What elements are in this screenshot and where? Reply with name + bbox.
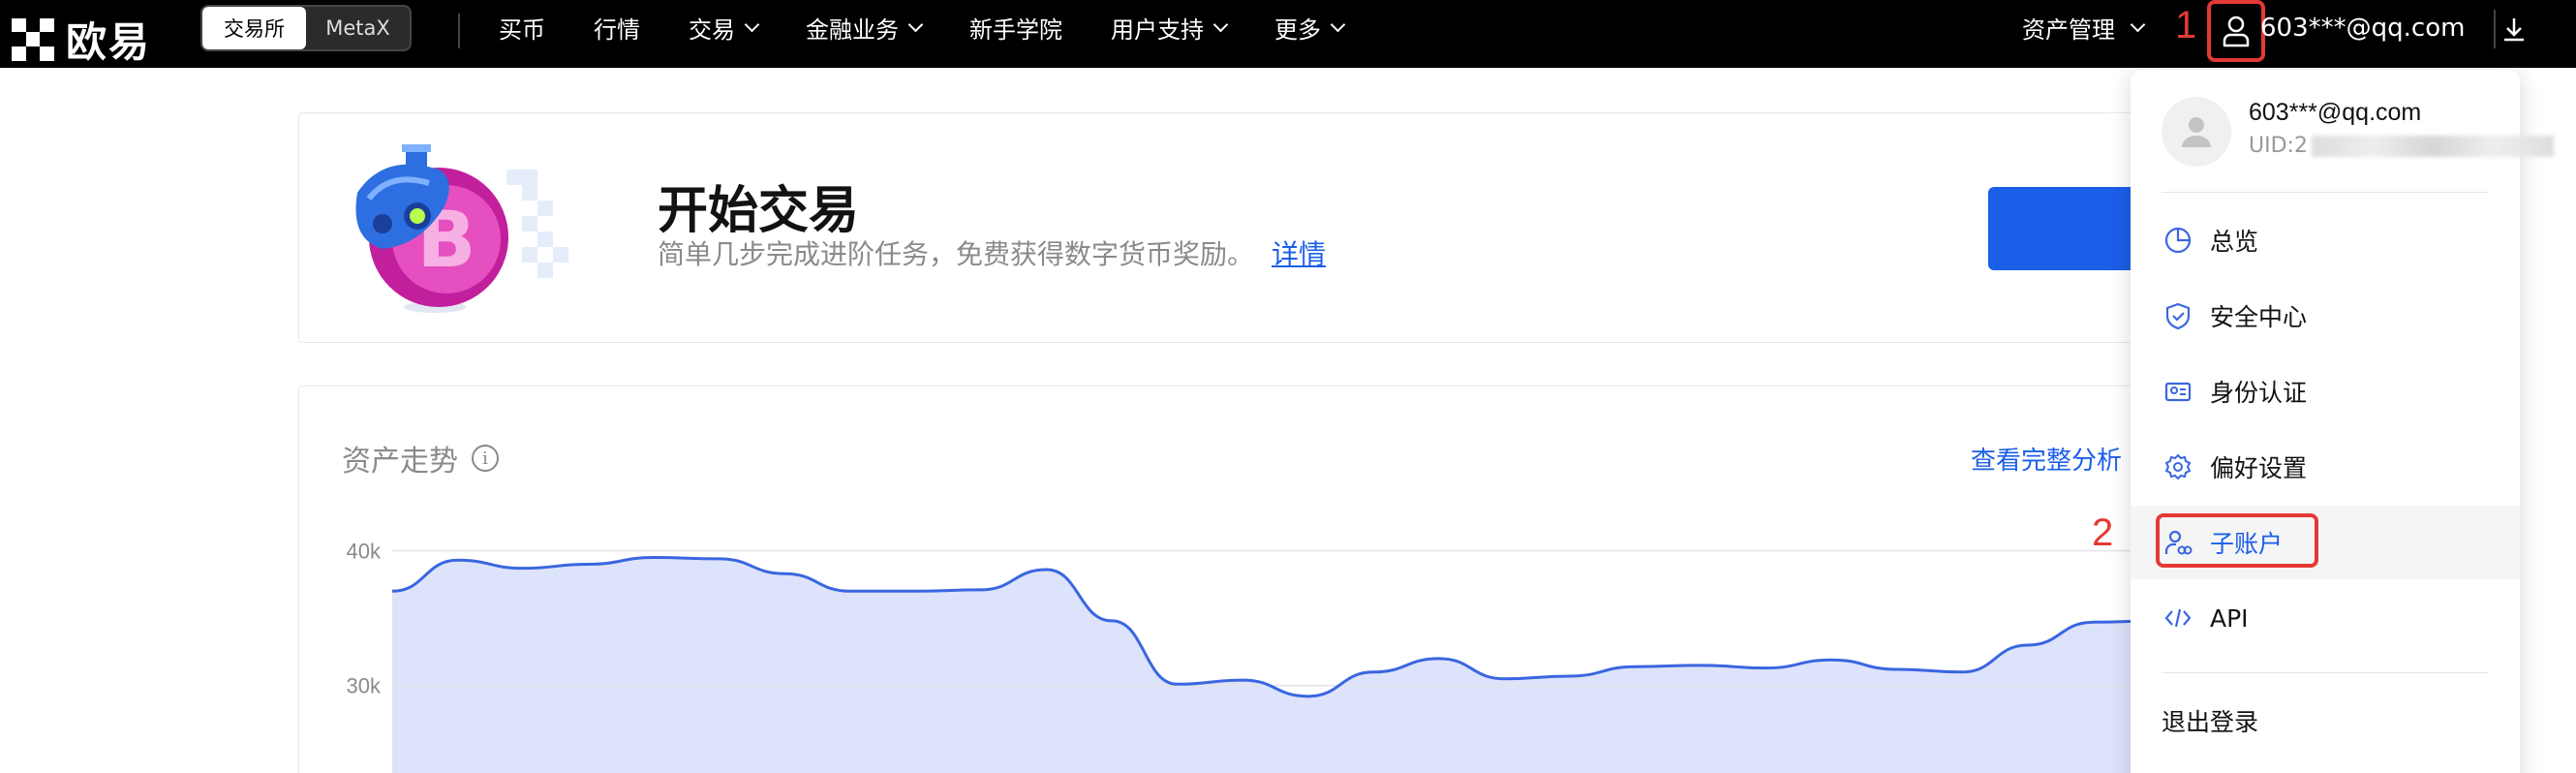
nav-academy[interactable]: 新手学院	[969, 11, 1062, 45]
menu-label: API	[2210, 603, 2249, 633]
menu-item-overview[interactable]: 总览	[2131, 203, 2520, 277]
info-icon[interactable]: i	[472, 445, 499, 472]
start-trading-card: B 开始交易 简单几步完成进阶任务，免费获得数字货币奖励。 详情	[298, 112, 2162, 343]
account-email[interactable]: 603***@qq.com	[2260, 0, 2465, 56]
chevron-down-icon	[907, 16, 924, 32]
okx-logo-icon	[12, 17, 54, 61]
main-nav: 买币 行情 交易 金融业务 新手学院 用户支持 更多	[475, 0, 1367, 54]
nav-buy-crypto[interactable]: 买币	[499, 11, 545, 45]
asset-management-menu[interactable]: 资产管理	[2022, 0, 2146, 54]
details-link[interactable]: 详情	[1272, 238, 1326, 270]
user-dropdown-menu: 603***@qq.com UID:2 总览 安全中心 身份认证 偏好设置 2	[2092, 70, 2554, 773]
nav-finance[interactable]: 金融业务	[806, 11, 924, 45]
crypto-illustration: B	[355, 144, 568, 313]
dropdown-email: 603***@qq.com	[2249, 99, 2422, 126]
view-full-analysis-link[interactable]: 查看完整分析	[1971, 441, 2122, 477]
user-account-button[interactable]	[2207, 0, 2265, 62]
menu-item-api[interactable]: API	[2131, 581, 2520, 655]
promo-description: 简单几步完成进阶任务，免费获得数字货币奖励。 详情	[658, 233, 1326, 272]
download-icon	[2504, 18, 2524, 42]
nav-divider	[458, 14, 460, 48]
okx-logo[interactable]: 欧易	[12, 10, 151, 69]
annotation-number-1: 1	[2175, 4, 2197, 46]
menu-item-identity-verification[interactable]: 身份认证	[2131, 355, 2520, 428]
menu-label: 偏好设置	[2210, 454, 2308, 482]
dropdown-uid: UID:2	[2249, 134, 2554, 158]
uid-label: UID:2	[2249, 134, 2308, 158]
asset-trend-title: 资产走势 i	[342, 437, 499, 479]
promo-desc-text: 简单几步完成进阶任务，免费获得数字货币奖励。	[658, 238, 1255, 270]
chevron-down-icon	[744, 16, 760, 32]
dropdown-divider	[2162, 672, 2489, 673]
chevron-down-icon	[1330, 16, 1346, 32]
trend-area	[392, 557, 2159, 773]
nav-trade[interactable]: 交易	[689, 11, 760, 45]
logout-button[interactable]: 退出登录	[2162, 703, 2258, 738]
asset-trend-card: 40k 30k 资产走势 i 查看完整分析	[298, 386, 2159, 773]
promo-title: 开始交易	[658, 182, 860, 240]
menu-label: 总览	[2210, 228, 2259, 256]
gear-icon	[2162, 450, 2194, 483]
asset-trend-title-text: 资产走势	[342, 445, 458, 479]
menu-label: 安全中心	[2210, 303, 2308, 331]
user-icon	[2223, 15, 2250, 47]
y-tick-label: 30k	[347, 674, 382, 698]
menu-label: 身份认证	[2210, 379, 2308, 407]
nav-more[interactable]: 更多	[1274, 11, 1346, 45]
pie-chart-icon	[2162, 224, 2194, 257]
platform-switch: 交易所 MetaX	[200, 5, 412, 51]
shield-icon	[2162, 299, 2194, 332]
menu-item-security-center[interactable]: 安全中心	[2131, 279, 2520, 353]
top-navigation-bar: 欧易 交易所 MetaX 买币 行情 交易 金融业务 新手学院 用户支持 更多 …	[0, 0, 2576, 68]
logo-text: 欧易	[66, 18, 152, 66]
avatar	[2162, 97, 2231, 167]
highlight-box	[2156, 513, 2318, 568]
asset-trend-chart: 40k 30k	[347, 540, 2159, 773]
chevron-down-icon	[1212, 16, 1229, 32]
code-icon	[2162, 602, 2194, 634]
id-card-icon	[2162, 375, 2194, 408]
dropdown-divider	[2162, 192, 2489, 193]
menu-item-sub-account[interactable]: 2 子账户	[2092, 506, 2520, 579]
annotation-number-2: 2	[2092, 511, 2114, 554]
download-app-button[interactable]	[2494, 10, 2532, 48]
uid-redacted	[2311, 135, 2554, 157]
segment-metax[interactable]: MetaX	[306, 7, 410, 49]
avatar-person-icon	[2182, 117, 2211, 147]
segment-exchange[interactable]: 交易所	[202, 7, 306, 49]
y-tick-label: 40k	[347, 540, 382, 564]
chevron-down-icon	[2130, 16, 2146, 32]
menu-item-preferences[interactable]: 偏好设置	[2131, 430, 2520, 504]
nav-markets[interactable]: 行情	[594, 11, 640, 45]
nav-support[interactable]: 用户支持	[1111, 11, 1229, 45]
